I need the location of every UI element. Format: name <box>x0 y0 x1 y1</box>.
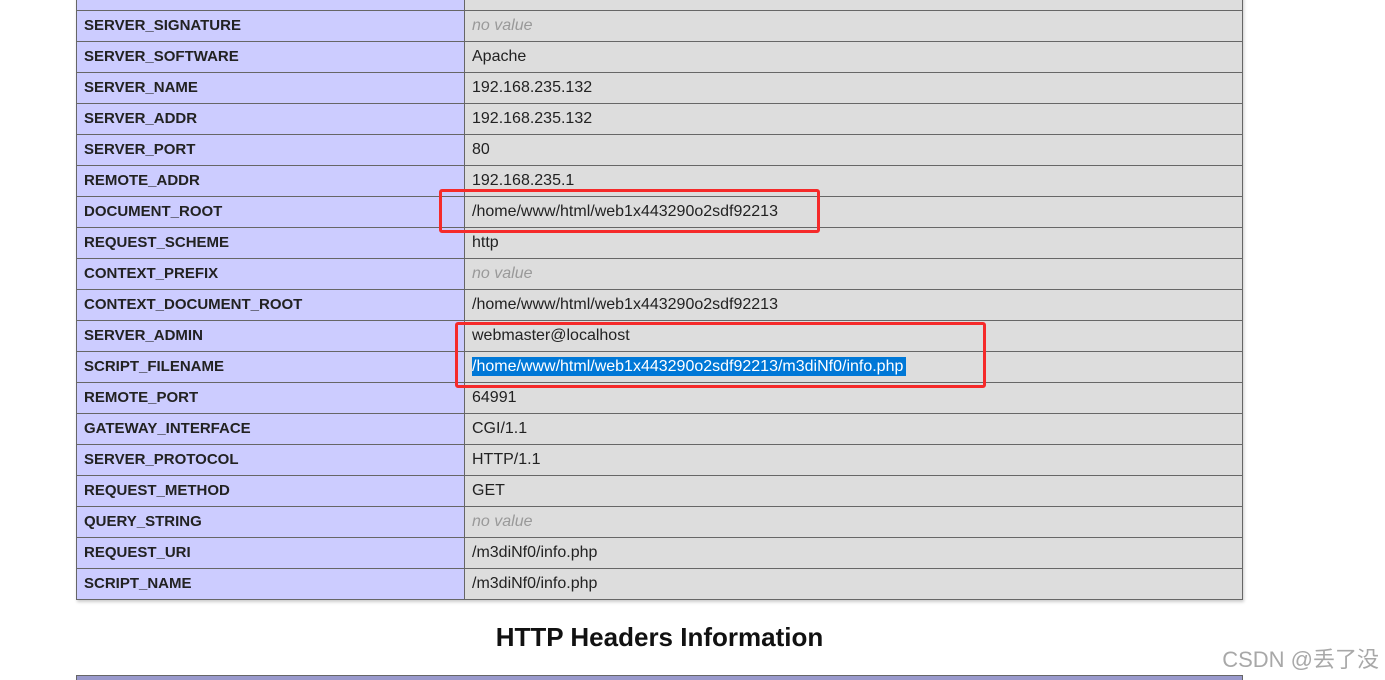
server-protocol-value: HTTP/1.1 <box>465 445 1242 475</box>
server-addr-key: SERVER_ADDR <box>77 104 465 134</box>
row-server-port: SERVER_PORT 80 <box>77 135 1242 166</box>
row-script-name: SCRIPT_NAME /m3diNf0/info.php <box>77 569 1242 600</box>
row-server-protocol: SERVER_PROTOCOL HTTP/1.1 <box>77 445 1242 476</box>
request-method-value: GET <box>465 476 1242 506</box>
annotation-box-script-filename <box>455 322 986 388</box>
server-admin-key: SERVER_ADMIN <box>77 321 465 351</box>
server-protocol-key: SERVER_PROTOCOL <box>77 445 465 475</box>
gateway-interface-key: GATEWAY_INTERFACE <box>77 414 465 444</box>
server-addr-value: 192.168.235.132 <box>465 104 1242 134</box>
row-cut-off-top: /usr/local/sbin:/usr/local/bin:/usr/sbin… <box>77 0 1242 11</box>
server-port-value: 80 <box>465 135 1242 165</box>
row-gateway-interface: GATEWAY_INTERFACE CGI/1.1 <box>77 414 1242 445</box>
row-server-addr: SERVER_ADDR 192.168.235.132 <box>77 104 1242 135</box>
row-server-name: SERVER_NAME 192.168.235.132 <box>77 73 1242 104</box>
row-request-method: REQUEST_METHOD GET <box>77 476 1242 507</box>
context-document-root-value: /home/www/html/web1x443290o2sdf92213 <box>465 290 1242 320</box>
server-name-key: SERVER_NAME <box>77 73 465 103</box>
server-software-key: SERVER_SOFTWARE <box>77 42 465 72</box>
watermark: CSDN @丢了没 <box>1222 647 1379 672</box>
gateway-interface-value: CGI/1.1 <box>465 414 1242 444</box>
remote-port-key: REMOTE_PORT <box>77 383 465 413</box>
cut-off-key <box>77 0 465 10</box>
server-name-value: 192.168.235.132 <box>465 73 1242 103</box>
query-string-key: QUERY_STRING <box>77 507 465 537</box>
request-uri-key: REQUEST_URI <box>77 538 465 568</box>
server-signature-value: no value <box>465 11 1242 41</box>
server-signature-key: SERVER_SIGNATURE <box>77 11 465 41</box>
row-server-signature: SERVER_SIGNATURE no value <box>77 11 1242 42</box>
script-name-value: /m3diNf0/info.php <box>465 569 1242 599</box>
request-method-key: REQUEST_METHOD <box>77 476 465 506</box>
row-context-prefix: CONTEXT_PREFIX no value <box>77 259 1242 290</box>
server-software-value: Apache <box>465 42 1242 72</box>
script-name-key: SCRIPT_NAME <box>77 569 465 599</box>
remote-addr-key: REMOTE_ADDR <box>77 166 465 196</box>
row-request-uri: REQUEST_URI /m3diNf0/info.php <box>77 538 1242 569</box>
row-server-software: SERVER_SOFTWARE Apache <box>77 42 1242 73</box>
request-uri-value: /m3diNf0/info.php <box>465 538 1242 568</box>
document-root-key: DOCUMENT_ROOT <box>77 197 465 227</box>
query-string-value: no value <box>465 507 1242 537</box>
server-port-key: SERVER_PORT <box>77 135 465 165</box>
script-filename-key: SCRIPT_FILENAME <box>77 352 465 382</box>
next-table-header-row <box>76 675 1243 680</box>
annotation-box-document-root <box>439 189 820 233</box>
context-document-root-key: CONTEXT_DOCUMENT_ROOT <box>77 290 465 320</box>
context-prefix-key: CONTEXT_PREFIX <box>77 259 465 289</box>
context-prefix-value: no value <box>465 259 1242 289</box>
section-heading: HTTP Headers Information <box>495 622 824 652</box>
row-context-document-root: CONTEXT_DOCUMENT_ROOT /home/www/html/web… <box>77 290 1242 321</box>
cut-off-value: /usr/local/sbin:/usr/local/bin:/usr/sbin… <box>465 0 1242 10</box>
row-query-string: QUERY_STRING no value <box>77 507 1242 538</box>
server-variables-table: /usr/local/sbin:/usr/local/bin:/usr/sbin… <box>76 0 1243 600</box>
request-scheme-key: REQUEST_SCHEME <box>77 228 465 258</box>
